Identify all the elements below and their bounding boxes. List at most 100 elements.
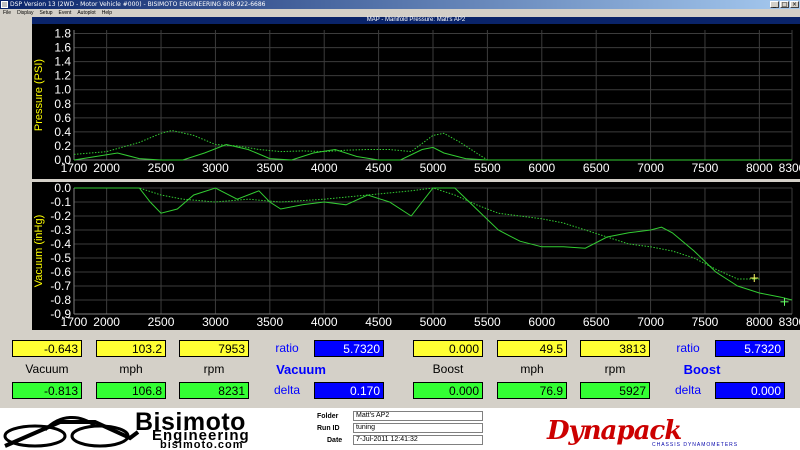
run-id-label: Run ID (317, 425, 340, 432)
boost-cursor-a-mph: 49.5 (497, 340, 567, 357)
vacuum-ratio-value: 5.7320 (314, 340, 384, 357)
folder-field[interactable]: Matt's AP2 (353, 411, 483, 421)
pressure-chart[interactable]: 1700 2000 2500 3000 3500 4000 4500 5000 5500 6000… (32, 24, 800, 179)
pressure-x-tick-label: 6500 (583, 161, 610, 175)
menu-autoplot[interactable]: Autoplot (77, 9, 95, 17)
pressure-x-tick-label: 2500 (148, 161, 175, 175)
label-boost: Boost (432, 362, 464, 376)
boost-delta-value: 0.000 (715, 382, 785, 399)
boost-cursor-a-value: 0.000 (413, 340, 483, 357)
maximize-button[interactable]: □ (780, 1, 789, 8)
pressure-y-tick-label: 0.2 (54, 139, 71, 153)
vacuum-y-tick-label: -0.4 (50, 237, 71, 251)
menu-help[interactable]: Help (102, 9, 112, 17)
vacuum-x-tick-label: 4000 (311, 315, 338, 329)
section-boost: Boost (683, 362, 721, 377)
boost-ratio-value: 5.7320 (715, 340, 785, 357)
app-icon (1, 1, 8, 8)
vacuum-x-tick-label: 8000 (746, 315, 773, 329)
window-title: DSP Version 13 (2WD - Motor Vehicle #000… (10, 1, 266, 8)
pressure-y-tick-label: 1.8 (54, 27, 71, 41)
vacuum-x-tick-label: 2000 (93, 315, 120, 329)
footer: Bisimoto Engineering bisimoto.com Folder… (0, 408, 800, 450)
pressure-y-tick-label: 1.2 (54, 69, 71, 83)
menu-file[interactable]: File (3, 9, 11, 17)
pressure-x-tick-label: 8300 (779, 161, 800, 175)
pressure-y-tick-label: 0.8 (54, 97, 71, 111)
vacuum-delta-value: 0.170 (314, 382, 384, 399)
pressure-x-tick-label: 3000 (202, 161, 229, 175)
vacuum-y-tick-label: -0.3 (50, 223, 71, 237)
readout-panel: -0.643 103.2 7953 ratio 5.7320 0.000 49.… (0, 332, 800, 408)
vacuum-x-tick-label: 7500 (692, 315, 719, 329)
pressure-x-tick-label: 5500 (474, 161, 501, 175)
vacuum-cursor-b-mph: 106.8 (96, 382, 166, 399)
brand-url: bisimoto.com (160, 439, 244, 450)
label-rpm-boost: rpm (604, 362, 626, 376)
vacuum-cursor-b-rpm: 8231 (179, 382, 249, 399)
menu-display[interactable]: Display (17, 9, 33, 17)
menu-setup[interactable]: Setup (39, 9, 52, 17)
vacuum-x-tick-label: 6500 (583, 315, 610, 329)
pressure-x-tick-label: 4500 (365, 161, 392, 175)
pressure-x-tick-label: 3500 (256, 161, 283, 175)
dynapack-logo: Dynapack CHASSIS DYNAMOMETERS (547, 416, 747, 448)
pressure-y-tick-label: 1.0 (54, 83, 71, 97)
menu-bar: File Display Setup Event Autoplot Help (0, 9, 800, 17)
folder-row: Folder Matt's AP2 (313, 411, 483, 423)
vacuum-x-tick-label: 7000 (637, 315, 664, 329)
motorcycle-icon (3, 416, 140, 448)
pressure-y-tick-label: 1.6 (54, 41, 71, 55)
date-label: Date (327, 437, 343, 444)
vacuum-cursor-b-value: -0.813 (12, 382, 82, 399)
pressure-y-tick-label: 0.0 (54, 153, 71, 167)
vacuum-x-tick-label: 5000 (420, 315, 447, 329)
pressure-y-axis-label: Pressure (PSI) (33, 59, 45, 131)
folder-label: Folder (317, 413, 339, 420)
vacuum-ratio-label: ratio (275, 341, 299, 355)
label-mph-boost: mph (520, 362, 544, 376)
app-window: DSP Version 13 (2WD - Motor Vehicle #000… (0, 0, 800, 450)
menu-event[interactable]: Event (59, 9, 72, 17)
vacuum-y-axis-label: Vacuum (inHg) (33, 215, 45, 288)
pressure-chart-svg: 1700 2000 2500 3000 3500 4000 4500 5000 5500 6000… (33, 27, 800, 175)
vacuum-y-tick-label: -0.2 (50, 209, 71, 223)
pressure-x-tick-label: 7500 (692, 161, 719, 175)
dynapack-tagline: CHASSIS DYNAMOMETERS (652, 442, 739, 448)
pressure-series-dotted-line (73, 129, 488, 161)
boost-cursor-a-rpm: 3813 (580, 340, 650, 357)
vacuum-cursor-a-rpm: 7953 (179, 340, 249, 357)
label-vacuum: Vacuum (25, 362, 69, 376)
pressure-y-tick-label: 0.6 (54, 111, 71, 125)
vacuum-y-tick-label: -0.7 (50, 279, 71, 293)
boost-cursor-b-value: 0.000 (413, 382, 483, 399)
vacuum-x-tick-label: 8300 (779, 315, 800, 329)
vacuum-y-tick-label: 0.0 (54, 182, 71, 195)
label-rpm: rpm (203, 362, 225, 376)
run-row: Run ID tuning (313, 423, 483, 435)
vacuum-y-tick-label: -0.9 (50, 307, 71, 321)
bisimoto-logo: Bisimoto Engineering bisimoto.com (0, 408, 315, 450)
vacuum-y-tick-label: -0.6 (50, 265, 71, 279)
vacuum-chart[interactable]: 1700 2000 2500 3000 3500 4000 4500 5000 5500 6000… (32, 181, 800, 330)
run-id-field[interactable]: tuning (353, 423, 483, 433)
date-field[interactable]: 7-Jul-2011 12:41:32 (353, 435, 483, 445)
pressure-x-tick-label: 6000 (528, 161, 555, 175)
window-controls: _ □ × (770, 1, 799, 8)
vacuum-y-tick-label: -0.1 (50, 195, 71, 209)
pressure-x-tick-label: 7000 (637, 161, 664, 175)
vacuum-x-tick-label: 3000 (202, 315, 229, 329)
boost-delta-label: delta (674, 383, 702, 397)
section-vacuum: Vacuum (276, 362, 326, 377)
chart-title: MAP - Manifold Pressure: Matt's AP2 (32, 17, 800, 24)
vacuum-x-tick-label: 6000 (528, 315, 555, 329)
minimize-button[interactable]: _ (770, 1, 779, 8)
close-button[interactable]: × (790, 1, 799, 8)
vacuum-x-tick-label: 5500 (474, 315, 501, 329)
vacuum-y-tick-label: -0.8 (50, 293, 71, 307)
title-bar: DSP Version 13 (2WD - Motor Vehicle #000… (0, 0, 800, 9)
vacuum-delta-label: delta (273, 383, 301, 397)
date-row: Date 7-Jul-2011 12:41:32 (313, 435, 483, 447)
vacuum-y-tick-label: -0.5 (50, 251, 71, 265)
boost-cursor-b-mph: 76.9 (497, 382, 567, 399)
